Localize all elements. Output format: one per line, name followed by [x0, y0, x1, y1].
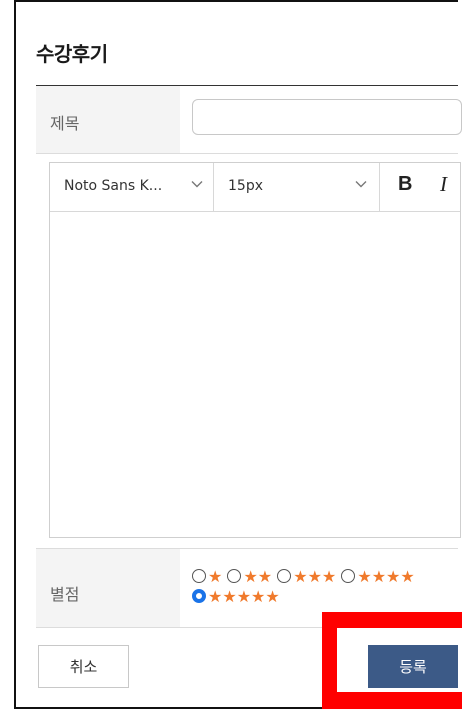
star-rating-icon: ★★★★★	[208, 587, 280, 606]
rich-text-editor: Noto Sans K... 15px B I	[49, 162, 461, 538]
rating-option-1[interactable]: ★	[192, 567, 222, 586]
cancel-button[interactable]: 취소	[38, 645, 129, 688]
rating-option-4[interactable]: ★★★★	[341, 567, 415, 586]
bold-button[interactable]: B	[398, 173, 412, 196]
chevron-down-icon	[191, 181, 203, 188]
font-family-value: Noto Sans K...	[64, 178, 163, 194]
radio-button[interactable]	[341, 569, 356, 583]
rating-label: 별점	[50, 585, 80, 604]
radio-button[interactable]	[227, 569, 242, 583]
dialog-title: 수강후기	[36, 42, 108, 66]
subject-input[interactable]	[192, 99, 462, 135]
radio-button-selected[interactable]	[192, 589, 206, 603]
radio-button[interactable]	[192, 569, 206, 583]
chevron-down-icon	[355, 181, 367, 188]
rating-option-3[interactable]: ★★★	[277, 567, 336, 586]
star-rating-icon: ★★★	[293, 567, 337, 586]
subject-label-cell: 제목	[36, 86, 180, 153]
star-rating-icon: ★	[208, 567, 223, 586]
font-size-select[interactable]: 15px	[214, 163, 380, 211]
star-rating-icon: ★★	[243, 567, 273, 586]
rating-label-cell: 별점	[36, 549, 180, 627]
rating-option-5[interactable]: ★★★★★	[192, 587, 280, 606]
font-size-value: 15px	[228, 178, 263, 194]
radio-button[interactable]	[277, 569, 292, 583]
italic-button[interactable]: I	[440, 172, 447, 197]
rating-options: ★ ★★ ★★★ ★★★★ ★★★★★	[192, 567, 458, 607]
subject-row: 제목	[36, 86, 462, 154]
rating-option-2[interactable]: ★★	[227, 567, 272, 586]
submit-button[interactable]: 등록	[368, 645, 458, 688]
font-family-select[interactable]: Noto Sans K...	[50, 163, 214, 211]
editor-body[interactable]	[50, 211, 460, 537]
star-rating-icon: ★★★★	[357, 567, 415, 586]
editor-toolbar: Noto Sans K... 15px B I	[50, 163, 460, 212]
subject-label: 제목	[50, 114, 80, 133]
